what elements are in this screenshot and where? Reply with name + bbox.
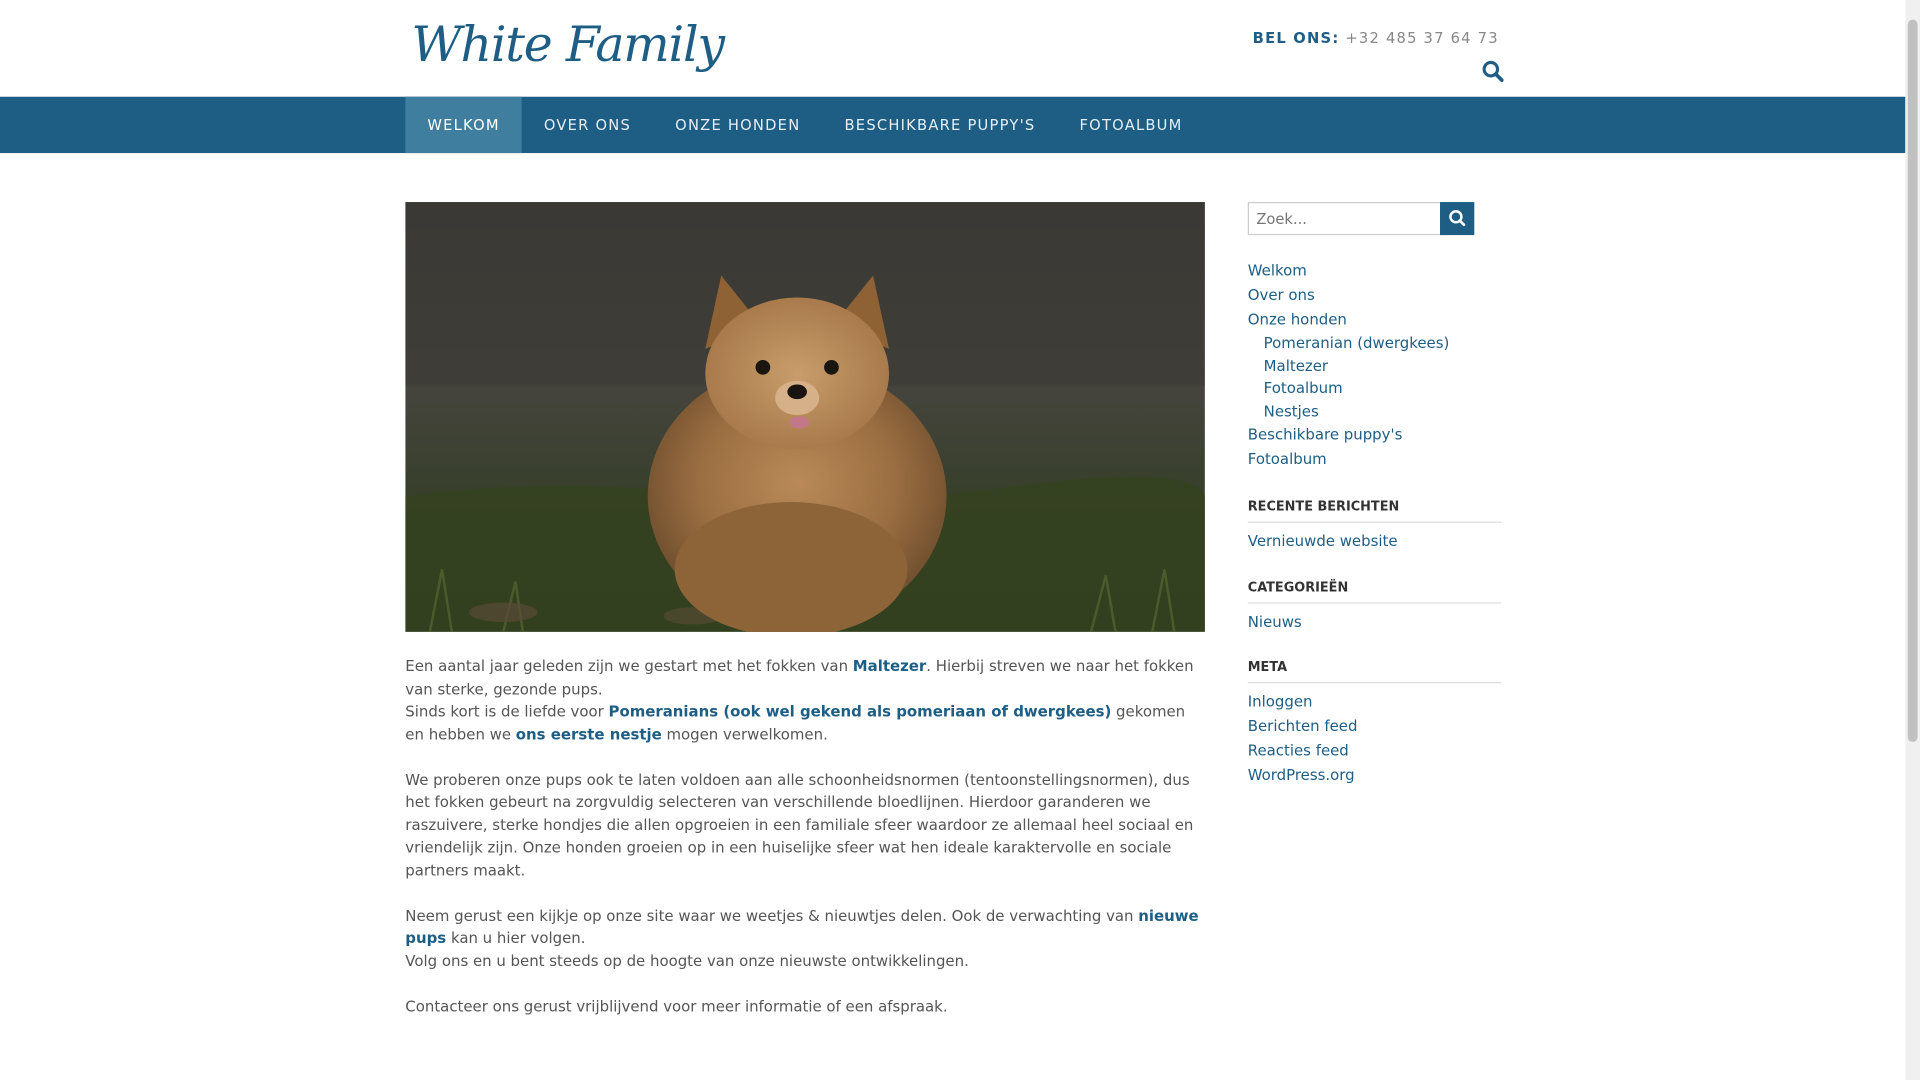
sidebar-item-pomeranian[interactable]: Pomeranian (dwergkees) bbox=[1248, 332, 1501, 355]
meta-heading: META bbox=[1247, 660, 1502, 684]
text: Neem gerust een kijkje op onze site waar… bbox=[405, 906, 1139, 924]
sidebar-item-welkom[interactable]: Welkom bbox=[1248, 258, 1501, 282]
phone-info: BEL ONS: +32 485 37 64 73 bbox=[1253, 29, 1499, 46]
search-icon bbox=[1449, 210, 1466, 227]
sidebar-item-nestjes[interactable]: Nestjes bbox=[1248, 400, 1501, 423]
sidebar-item-onze-honden[interactable]: Onze honden bbox=[1248, 307, 1501, 331]
text: Een aantal jaar geleden zijn we gestart … bbox=[405, 657, 853, 675]
text: kan u hier volgen. bbox=[446, 929, 586, 947]
scrollbar-thumb[interactable] bbox=[1907, 19, 1918, 743]
eerste-nestje-link[interactable]: ons eerste nestje bbox=[516, 726, 662, 743]
meta-link-berichten-feed[interactable]: Berichten feed bbox=[1248, 718, 1358, 735]
page-scrollbar[interactable] bbox=[1905, 0, 1920, 1080]
nav-item-welkom[interactable]: WELKOM bbox=[405, 96, 522, 154]
meta-link-inloggen[interactable]: Inloggen bbox=[1248, 693, 1313, 710]
category-link-nieuws[interactable]: Nieuws bbox=[1248, 613, 1302, 630]
recent-posts-heading: RECENTE BERICHTEN bbox=[1247, 500, 1502, 523]
nav-item-over-ons[interactable]: OVER ONS bbox=[522, 97, 653, 153]
categories-heading: CATEGORIEËN bbox=[1247, 580, 1502, 604]
nav-item-beschikbare-puppys[interactable]: BESCHIKBARE PUPPY'S bbox=[822, 97, 1057, 153]
pomeranians-link[interactable]: Pomeranians (ook wel gekend als pomeriaa… bbox=[609, 703, 1112, 720]
nav-item-onze-honden[interactable]: ONZE HONDEN bbox=[653, 97, 822, 153]
main-content: Een aantal jaar geleden zijn we gestart … bbox=[405, 655, 1207, 1040]
site-logo[interactable]: White Family bbox=[411, 17, 725, 73]
text: mogen verwelkomen. bbox=[661, 725, 828, 743]
search-icon[interactable] bbox=[1482, 60, 1504, 83]
nav-menu: WELKOM OVER ONS ONZE HONDEN BESCHIKBARE … bbox=[405, 96, 1204, 154]
meta-link-reacties-feed[interactable]: Reacties feed bbox=[1248, 742, 1349, 759]
phone-number[interactable]: +32 485 37 64 73 bbox=[1345, 29, 1498, 46]
phone-label: BEL ONS: bbox=[1252, 29, 1340, 47]
text: Volg ons en u bent steeds op de hoogte v… bbox=[405, 952, 969, 970]
sidebar-pages: Welkom Over ons Onze honden Pomeranian (… bbox=[1248, 258, 1501, 471]
sidebar-search-input[interactable] bbox=[1247, 202, 1442, 236]
text: Sinds kort is de liefde voor bbox=[405, 702, 609, 721]
hero-image-pomeranian bbox=[405, 202, 1205, 632]
sidebar-item-over-ons[interactable]: Over ons bbox=[1248, 283, 1501, 307]
nav-item-fotoalbum[interactable]: FOTOALBUM bbox=[1057, 97, 1204, 153]
breeding-paragraph: We proberen onze pups ook te laten voldo… bbox=[405, 770, 1194, 879]
sidebar-search-button[interactable] bbox=[1440, 202, 1475, 236]
maltezer-link[interactable]: Maltezer bbox=[853, 658, 926, 675]
sidebar-item-maltezer[interactable]: Maltezer bbox=[1248, 354, 1501, 377]
main-navigation: WELKOM OVER ONS ONZE HONDEN BESCHIKBARE … bbox=[0, 96, 1906, 154]
sidebar-search bbox=[1247, 202, 1475, 236]
intro-paragraph: Een aantal jaar geleden zijn we gestart … bbox=[405, 655, 1207, 746]
sidebar-item-beschikbare-puppys[interactable]: Beschikbare puppy's bbox=[1248, 422, 1501, 446]
news-paragraph: Neem gerust een kijkje op onze site waar… bbox=[405, 904, 1207, 972]
contact-paragraph: Contacteer ons gerust vrijblijvend voor … bbox=[405, 997, 948, 1015]
recent-post-link[interactable]: Vernieuwde website bbox=[1248, 533, 1398, 550]
sidebar-item-fotoalbum[interactable]: Fotoalbum bbox=[1248, 447, 1501, 471]
meta-link-wordpress[interactable]: WordPress.org bbox=[1248, 767, 1355, 784]
sidebar-item-fotoalbum-sub[interactable]: Fotoalbum bbox=[1248, 377, 1501, 400]
